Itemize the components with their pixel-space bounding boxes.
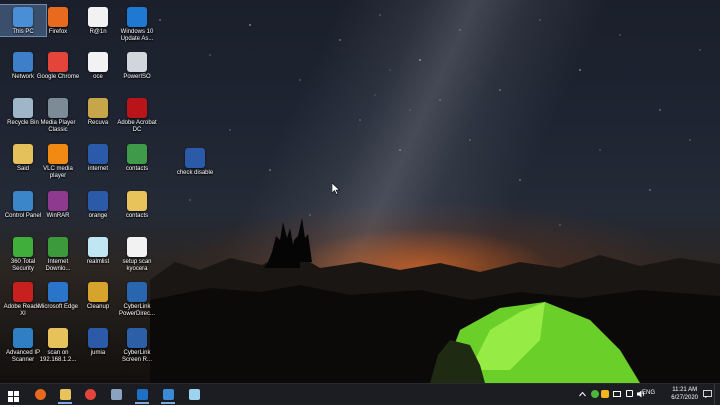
advanced-ip-scanner-icon xyxy=(13,328,33,348)
clock[interactable]: 11:21 AM 6/27/2020 xyxy=(671,386,698,402)
screen-recorder-icon xyxy=(127,328,147,348)
device-manager-icon xyxy=(111,389,122,400)
desktop-icon[interactable]: setup scan kyocera xyxy=(114,235,160,273)
desktop-icon[interactable]: contacts xyxy=(114,189,160,220)
notepad-icon xyxy=(189,389,200,400)
desktop-icon-label: contacts xyxy=(125,166,149,172)
desktop-icon[interactable]: CyberLink Screen R... xyxy=(114,326,160,364)
taskbar-file-explorer[interactable] xyxy=(55,386,75,404)
windows-update-icon xyxy=(127,7,147,27)
desktop-icon[interactable]: PowerISO xyxy=(114,50,160,81)
said-folder-icon xyxy=(13,144,33,164)
contacts-icon xyxy=(127,144,147,164)
desktop-icon-label: check disable xyxy=(176,170,214,176)
desktop-icon-label: CyberLink PowerDirec... xyxy=(118,304,155,317)
cleanup-icon xyxy=(88,282,108,302)
edge-icon xyxy=(48,282,68,302)
vlc-icon xyxy=(48,144,68,164)
mouse-cursor xyxy=(332,183,340,195)
clock-time: 11:21 AM xyxy=(672,387,698,393)
chrome-icon xyxy=(85,389,96,400)
internet-download-manager-icon xyxy=(48,237,68,257)
word-document-icon xyxy=(185,148,205,168)
show-desktop-button[interactable] xyxy=(714,384,720,405)
desktop-icon-label: PowerISO xyxy=(123,74,151,80)
word-document-icon xyxy=(88,144,108,164)
clock-date: 6/27/2020 xyxy=(671,395,698,401)
desktop-icon-label: contacts xyxy=(125,213,149,219)
firefox-icon xyxy=(35,389,46,400)
control-panel-icon xyxy=(13,191,33,211)
desktop-icon-label: Windows 10 Update As... xyxy=(120,29,154,42)
shortcut-folder-icon xyxy=(48,328,68,348)
document-icon xyxy=(88,7,108,27)
desktop-icon-label: Adobe Acrobat DC xyxy=(117,120,157,133)
firefox-icon xyxy=(48,7,68,27)
desktop-icon[interactable]: Adobe Acrobat DC xyxy=(114,96,160,134)
recycle-bin-icon xyxy=(13,98,33,118)
taskbar-device-manager[interactable] xyxy=(106,386,126,403)
document-icon xyxy=(127,237,147,257)
word-document-icon xyxy=(88,191,108,211)
taskbar-notepad[interactable] xyxy=(184,386,204,403)
media-player-classic-icon xyxy=(48,98,68,118)
network-icon xyxy=(13,52,33,72)
chevron-up-icon[interactable] xyxy=(579,391,586,397)
windows-start-icon xyxy=(8,389,19,402)
360-total-security-icon xyxy=(13,237,33,257)
battery-icon[interactable] xyxy=(613,391,621,397)
desktop-icon[interactable]: contacts xyxy=(114,142,160,173)
taskbar-firefox[interactable] xyxy=(30,386,50,403)
desktop-icon-label: CyberLink Screen R... xyxy=(121,350,152,363)
desktop-icon[interactable]: CyberLink PowerDirec... xyxy=(114,280,160,318)
network-icon[interactable] xyxy=(626,390,633,397)
document-icon xyxy=(88,52,108,72)
start-button[interactable] xyxy=(3,386,23,403)
remote-desktop-icon xyxy=(163,389,174,400)
tray-app-icon[interactable] xyxy=(591,390,599,398)
language-indicator[interactable]: ENG xyxy=(642,390,655,396)
taskbar-chrome[interactable] xyxy=(80,386,100,403)
winrar-icon xyxy=(48,191,68,211)
folder-icon xyxy=(60,389,71,400)
powerdirector-icon xyxy=(127,282,147,302)
notification-icon[interactable] xyxy=(703,390,712,398)
outlook-icon xyxy=(137,389,148,400)
chrome-icon xyxy=(48,52,68,72)
this-pc-icon xyxy=(13,7,33,27)
desktop-icon-label: setup scan kyocera xyxy=(122,259,152,272)
desktop-icon[interactable]: Windows 10 Update As... xyxy=(114,5,160,43)
folder-icon xyxy=(127,191,147,211)
adobe-reader-icon xyxy=(13,282,33,302)
desktop[interactable]: This PC Network Recycle Bin Said Control Pan… xyxy=(0,0,720,383)
taskbar-outlook[interactable] xyxy=(132,386,152,404)
desktop-icon[interactable]: check disable xyxy=(172,146,218,177)
taskbar: ENG 11:21 AM 6/27/2020 xyxy=(0,383,720,405)
recuva-icon xyxy=(88,98,108,118)
acrobat-dc-icon xyxy=(127,98,147,118)
taskbar-remote-desktop[interactable] xyxy=(158,386,178,404)
tray-app-icon[interactable] xyxy=(601,390,609,398)
poweriso-icon xyxy=(127,52,147,72)
text-file-icon xyxy=(88,237,108,257)
word-document-icon xyxy=(88,328,108,348)
